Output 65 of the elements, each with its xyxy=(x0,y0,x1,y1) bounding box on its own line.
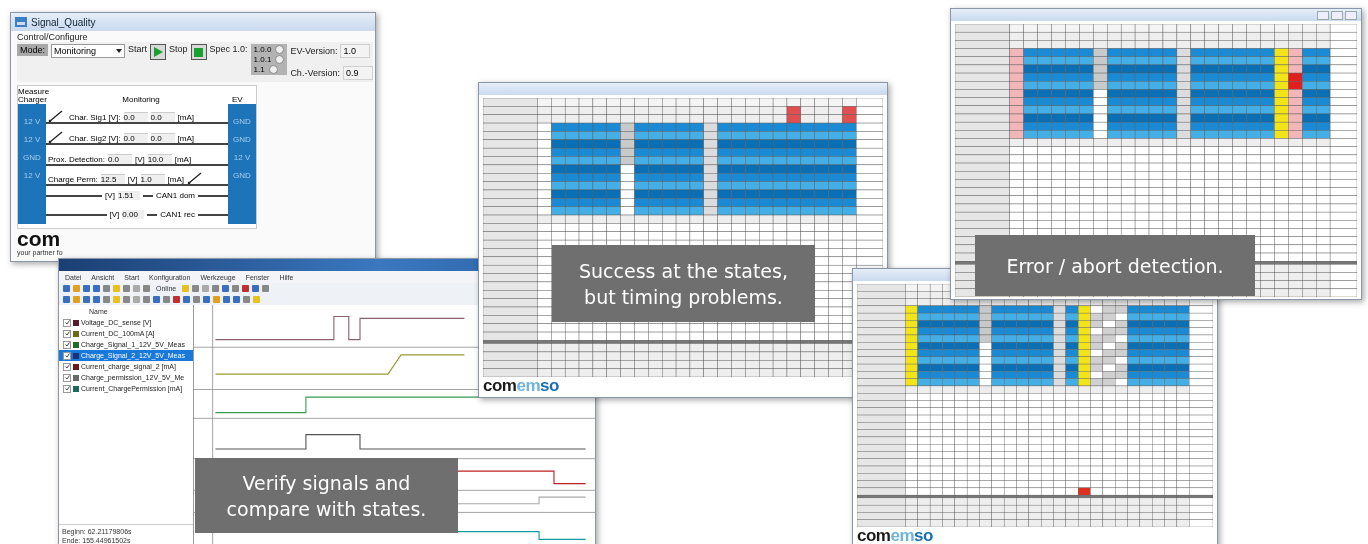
checkbox[interactable] xyxy=(63,318,71,327)
group-title: Control/Configure xyxy=(17,32,88,42)
unit-label: [mA] xyxy=(174,154,192,164)
unit-label: [mA] xyxy=(167,175,185,185)
version-field[interactable]: 0.9 xyxy=(342,66,373,80)
mode-label: Mode: xyxy=(17,44,48,56)
bus-label: CAN1 dom xyxy=(155,191,195,201)
version-label: EV-Version: xyxy=(290,46,338,56)
bus-label: CAN1 rec xyxy=(160,210,195,220)
value-field: 0.00 xyxy=(122,210,145,220)
signal-label: Char. Sig2 [V]: xyxy=(69,134,121,143)
window-title: Signal_Quality xyxy=(31,16,96,28)
checkbox[interactable] xyxy=(63,362,71,371)
checkbox[interactable] xyxy=(63,351,71,360)
charger-pin-bar: 12 V 12 V GND 12 V xyxy=(18,104,46,224)
value-field: 0.0 xyxy=(123,133,148,143)
value-field: 0.0 xyxy=(150,112,175,123)
spec-label: Spec 1.0: xyxy=(209,44,248,54)
app-icon xyxy=(15,17,27,27)
version-field[interactable]: 1.0 xyxy=(340,44,371,58)
checkbox[interactable] xyxy=(63,329,71,338)
caption-text: Verify signals and compare with states. xyxy=(195,458,458,533)
window-control-icon[interactable] xyxy=(1345,10,1357,20)
mode-dropdown[interactable]: Monitoring xyxy=(51,44,125,58)
window-control-icon[interactable] xyxy=(1331,10,1343,20)
unit-label: [mA] xyxy=(177,134,195,143)
version-label: Ch.-Version: xyxy=(290,68,340,78)
spec-radio[interactable]: 1.1 xyxy=(253,65,285,74)
unit-label: [V] xyxy=(127,175,138,185)
stop-label: Stop xyxy=(169,44,188,54)
charger-title: Measure Charger xyxy=(18,88,50,104)
caption-text: Error / abort detection. xyxy=(975,235,1255,296)
window-control-icon[interactable] xyxy=(1317,10,1329,20)
logo: com xyxy=(17,229,61,249)
checkbox[interactable] xyxy=(63,373,71,382)
caption-text: Success at the states, but timing problems. xyxy=(552,245,815,322)
value-field: 0.0 xyxy=(150,133,175,143)
value-field: 10.0 xyxy=(147,153,172,164)
start-label: Start xyxy=(128,44,148,54)
spec-radio[interactable]: 1.0.1 xyxy=(253,55,285,64)
play-icon xyxy=(153,47,164,57)
unit-label: [V] xyxy=(109,210,120,220)
checkbox[interactable] xyxy=(63,340,71,349)
logo: comemso xyxy=(483,377,560,395)
value-field: 0.0 xyxy=(123,112,148,123)
stop-icon xyxy=(194,47,204,57)
monitoring-title: Monitoring xyxy=(122,96,160,104)
unit-label: [V] xyxy=(134,154,145,164)
checkbox[interactable] xyxy=(63,384,71,393)
ev-title: EV xyxy=(232,96,244,104)
start-button[interactable] xyxy=(150,44,167,60)
signal-label: Charge Perm: xyxy=(48,175,98,185)
value-field: 0.0 xyxy=(107,153,132,164)
logo: comemso xyxy=(857,527,934,544)
value-field: 12.5 xyxy=(100,174,125,185)
unit-label: [V] xyxy=(105,191,115,201)
value-field: 1.51 xyxy=(117,191,140,201)
ev-pin-bar: GND GND 12 V GND xyxy=(228,104,256,224)
value-field: 1.0 xyxy=(140,174,165,185)
spec-radio[interactable]: 1.0.0 xyxy=(253,45,285,54)
signal-label: Prox. Detection: xyxy=(48,154,105,164)
stop-button[interactable] xyxy=(190,44,207,60)
unit-label: [mA] xyxy=(177,113,195,123)
caret-icon xyxy=(116,49,122,53)
signal-label: Char. Sig1 [V]: xyxy=(69,113,121,123)
